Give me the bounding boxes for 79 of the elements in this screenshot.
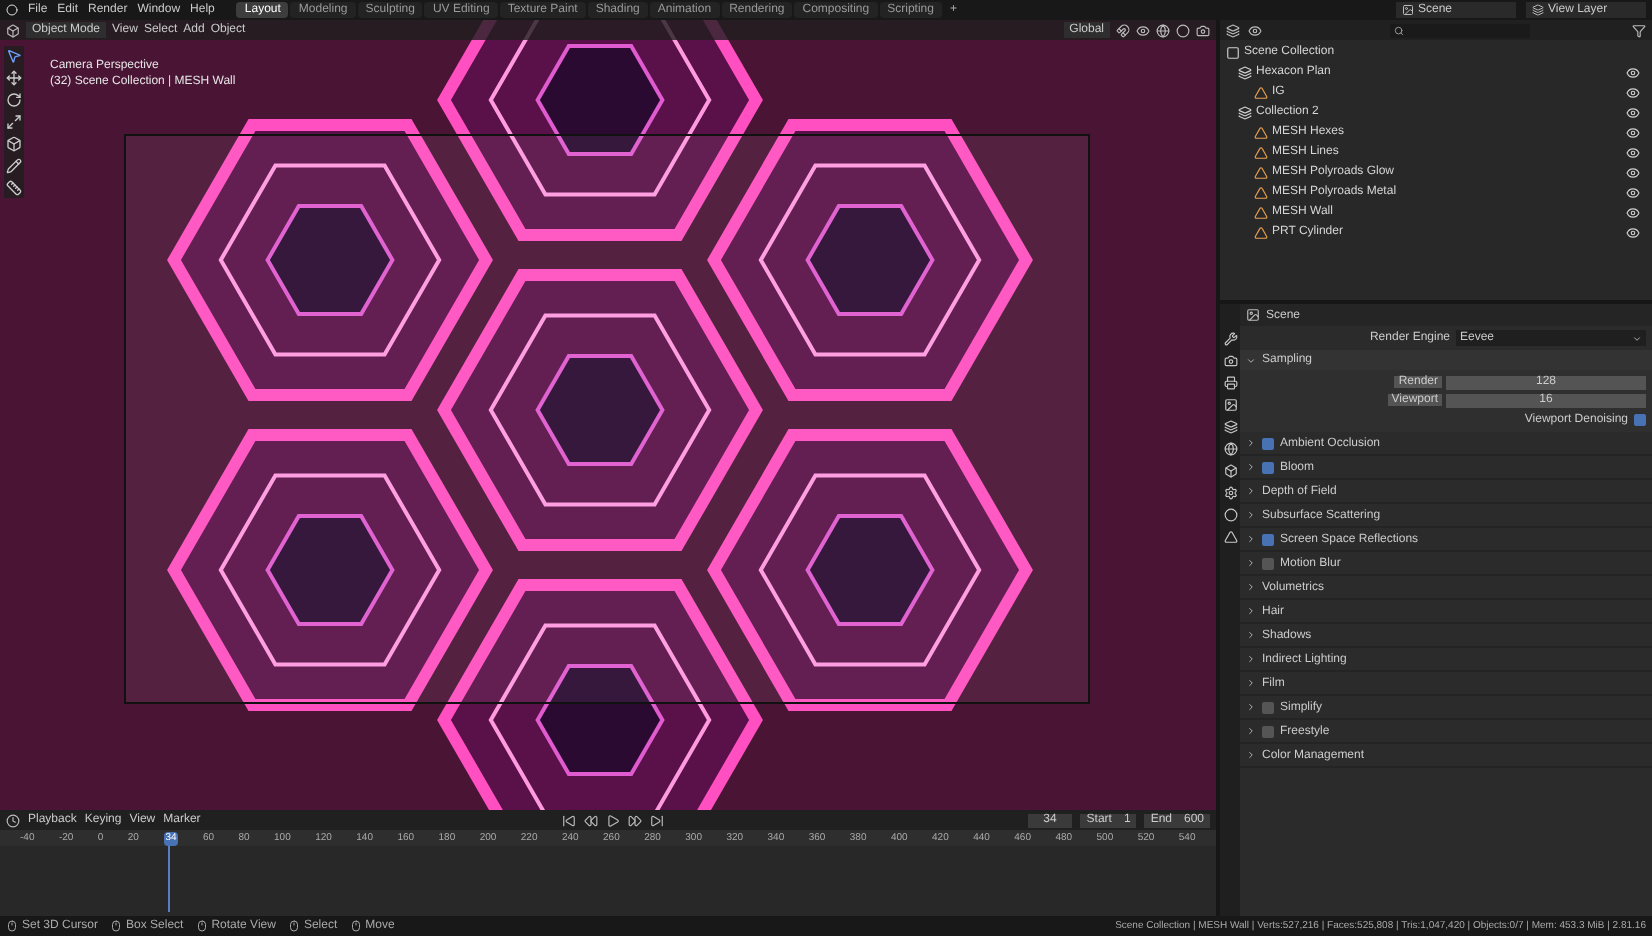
visibility-icon[interactable]	[1626, 205, 1640, 219]
shading-icon[interactable]	[1156, 23, 1170, 37]
checkbox[interactable]	[1634, 413, 1646, 425]
tool-icon[interactable]	[1223, 332, 1237, 346]
expand-icon[interactable]	[1246, 355, 1256, 365]
collapse-icon[interactable]	[1246, 486, 1256, 496]
triangle-icon[interactable]	[1223, 530, 1237, 544]
visibility-icon[interactable]	[1626, 85, 1640, 99]
visibility-icon[interactable]	[1626, 145, 1640, 159]
collection-icon[interactable]	[1238, 105, 1252, 119]
mesh-icon[interactable]	[1254, 85, 1268, 99]
collapse-icon[interactable]	[1246, 558, 1256, 568]
solid-shading-icon[interactable]	[1176, 23, 1190, 37]
rewind-icon[interactable]	[584, 813, 599, 827]
circle-icon[interactable]	[1223, 508, 1237, 522]
editor-type-icon[interactable]	[6, 23, 20, 37]
clock-icon[interactable]	[6, 813, 20, 827]
collapse-icon[interactable]	[1246, 582, 1256, 592]
dropdown-icon[interactable]	[1632, 333, 1642, 343]
playhead-line	[168, 846, 170, 912]
scale-icon[interactable]	[6, 114, 22, 130]
jump-start-icon[interactable]	[562, 813, 577, 827]
pencil-icon[interactable]	[6, 158, 22, 174]
collapse-icon[interactable]	[1246, 726, 1256, 736]
collapse-icon[interactable]	[1246, 630, 1256, 640]
collapse-icon[interactable]	[1246, 438, 1256, 448]
render-preview-icon[interactable]	[1196, 23, 1210, 37]
move-icon[interactable]	[6, 70, 22, 86]
visibility-icon[interactable]	[1626, 225, 1640, 239]
collapse-icon[interactable]	[1246, 702, 1256, 712]
visibility-icon[interactable]	[1626, 125, 1640, 139]
mouse-icon[interactable]	[110, 920, 123, 932]
cursor-icon[interactable]	[6, 48, 22, 64]
filter-icon[interactable]	[1632, 23, 1646, 37]
scene-icon[interactable]	[1246, 308, 1260, 322]
mouse-icon[interactable]	[287, 920, 300, 932]
search-icon[interactable]	[1394, 25, 1404, 35]
visibility-icon[interactable]	[1626, 65, 1640, 79]
editor-type-icon[interactable]	[1226, 23, 1240, 37]
collapse-icon[interactable]	[1246, 678, 1256, 688]
jump-end-icon[interactable]	[650, 813, 665, 827]
visibility-icon[interactable]	[1626, 165, 1640, 179]
collapse-icon[interactable]	[1246, 534, 1256, 544]
checkbox[interactable]	[1262, 461, 1274, 473]
collapse-icon[interactable]	[1246, 510, 1256, 520]
cube-icon[interactable]	[1223, 464, 1237, 478]
layers-icon[interactable]	[1223, 420, 1237, 434]
checkbox[interactable]	[1262, 701, 1274, 713]
collection-icon[interactable]	[1226, 45, 1240, 59]
mouse-icon[interactable]	[6, 920, 18, 932]
printer-icon[interactable]	[1223, 376, 1237, 390]
visibility-icon[interactable]	[1626, 185, 1640, 199]
image-icon[interactable]	[1223, 398, 1237, 412]
rotate-icon[interactable]	[6, 92, 22, 108]
play-icon[interactable]	[606, 813, 621, 827]
camera-icon[interactable]	[1223, 354, 1237, 368]
checkbox[interactable]	[1262, 533, 1274, 545]
checkbox[interactable]	[1262, 725, 1274, 737]
collapse-icon[interactable]	[1246, 462, 1256, 472]
globe-icon[interactable]	[1223, 442, 1237, 456]
collapse-icon[interactable]	[1246, 750, 1256, 760]
checkbox[interactable]	[1262, 437, 1274, 449]
visibility-icon[interactable]	[1136, 23, 1150, 37]
mouse-icon[interactable]	[349, 920, 362, 932]
display-mode-icon[interactable]	[1248, 23, 1262, 37]
collapse-icon[interactable]	[1246, 606, 1256, 616]
scene-icon[interactable]	[1402, 4, 1414, 16]
fast-forward-icon[interactable]	[628, 813, 643, 827]
collapse-icon[interactable]	[1246, 654, 1256, 664]
visibility-icon[interactable]	[1626, 105, 1640, 119]
gear-icon[interactable]	[1223, 486, 1237, 500]
search-field[interactable]	[1390, 23, 1530, 37]
ruler-icon[interactable]	[6, 180, 22, 196]
mouse-icon[interactable]	[195, 920, 208, 932]
cube-icon[interactable]	[6, 136, 22, 152]
collection-icon[interactable]	[1238, 65, 1252, 79]
checkbox[interactable]	[1262, 557, 1274, 569]
snap-icon[interactable]	[1116, 23, 1130, 37]
layers-icon[interactable]	[1532, 4, 1544, 16]
